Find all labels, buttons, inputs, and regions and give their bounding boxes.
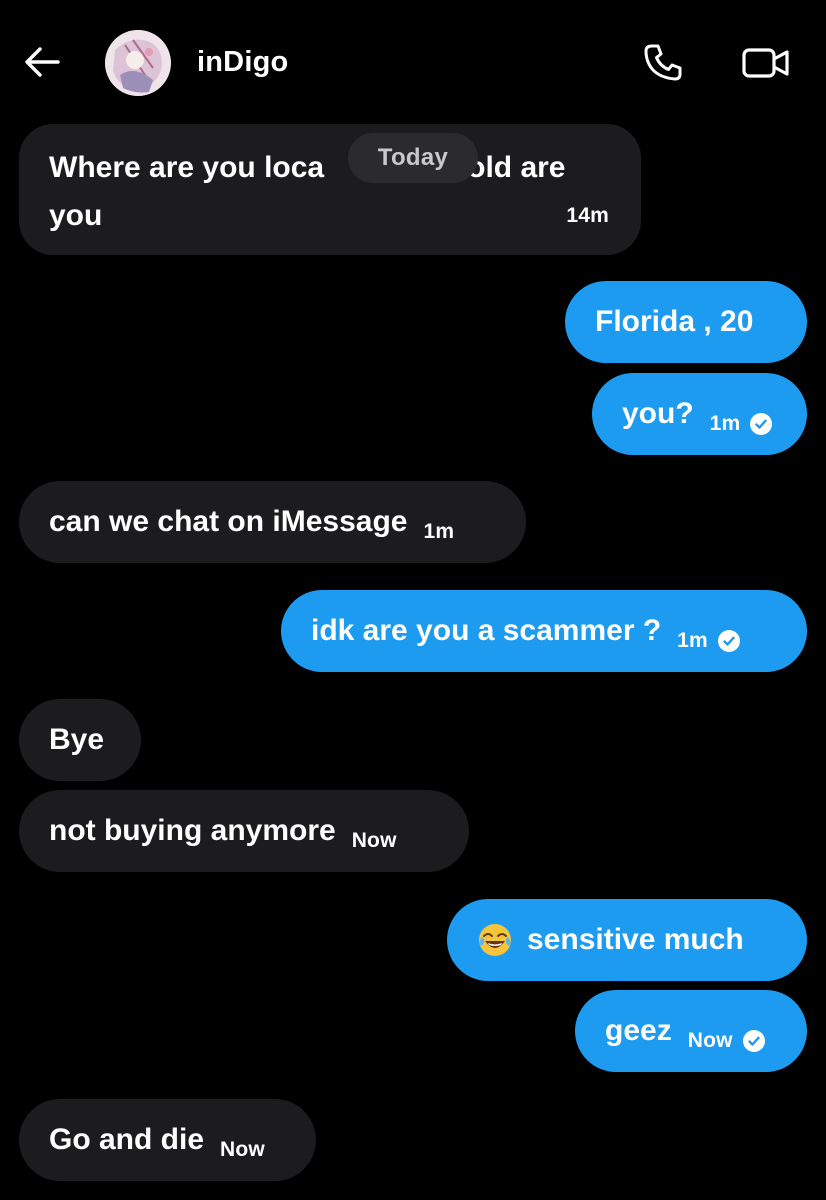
message-bubble-outgoing[interactable]: you? 1m [592, 373, 807, 455]
message-text: Go and die [49, 1123, 205, 1156]
message-timestamp: 1m [677, 629, 708, 652]
avatar[interactable] [105, 30, 171, 96]
arrow-left-icon [25, 47, 60, 77]
date-divider: Today [348, 133, 478, 183]
message-bubble-outgoing[interactable]: idk are you a scammer ? 1m [281, 590, 807, 672]
conversation-header: inDigo [0, 0, 826, 120]
message-text: idk are you a scammer ? [311, 614, 662, 647]
video-call-button[interactable] [738, 38, 794, 88]
message-timestamp: 1m [423, 520, 455, 543]
message-timestamp: 1m [709, 412, 741, 435]
phone-icon [644, 44, 682, 81]
message-timestamp: 14m [566, 204, 609, 227]
message-bubble-incoming[interactable]: Where are you loca v old are you 14m [19, 124, 641, 255]
message-timestamp: Now [687, 1029, 733, 1052]
message-bubble-incoming[interactable]: can we chat on iMessage 1m [19, 481, 526, 563]
message-text-part: you [49, 199, 103, 232]
contact-name[interactable]: inDigo [197, 44, 288, 80]
face-with-tears-of-joy-icon [477, 922, 513, 958]
message-text: not buying anymore [49, 814, 336, 847]
message-bubble-incoming[interactable]: Go and die Now [19, 1099, 316, 1181]
message-text: you? [622, 397, 694, 430]
message-text: can we chat on iMessage [49, 505, 408, 538]
seen-check-icon [717, 630, 740, 652]
avatar-image [105, 30, 171, 96]
message-bubble-incoming[interactable]: Bye [19, 699, 141, 781]
message-text: Bye [49, 723, 105, 756]
message-timestamp: Now [351, 829, 397, 852]
message-bubble-incoming[interactable]: not buying anymore Now [19, 790, 469, 872]
message-text: Florida , 20 [595, 305, 754, 338]
message-text: sensitive much [527, 923, 744, 956]
message-timestamp: Now [220, 1138, 265, 1161]
message-bubble-outgoing[interactable]: geez Now [575, 990, 807, 1072]
seen-check-icon [750, 413, 773, 435]
message-text: geez [605, 1014, 672, 1047]
message-bubble-outgoing[interactable]: sensitive much [447, 899, 807, 981]
video-camera-icon [742, 48, 789, 78]
back-button[interactable] [20, 40, 64, 84]
message-text-part: Where are you loca [49, 151, 325, 184]
message-bubble-outgoing[interactable]: Florida , 20 [565, 281, 807, 363]
message-text: Where are you loca v old are you [49, 144, 609, 240]
seen-check-icon [742, 1030, 765, 1052]
voice-call-button[interactable] [638, 38, 688, 88]
